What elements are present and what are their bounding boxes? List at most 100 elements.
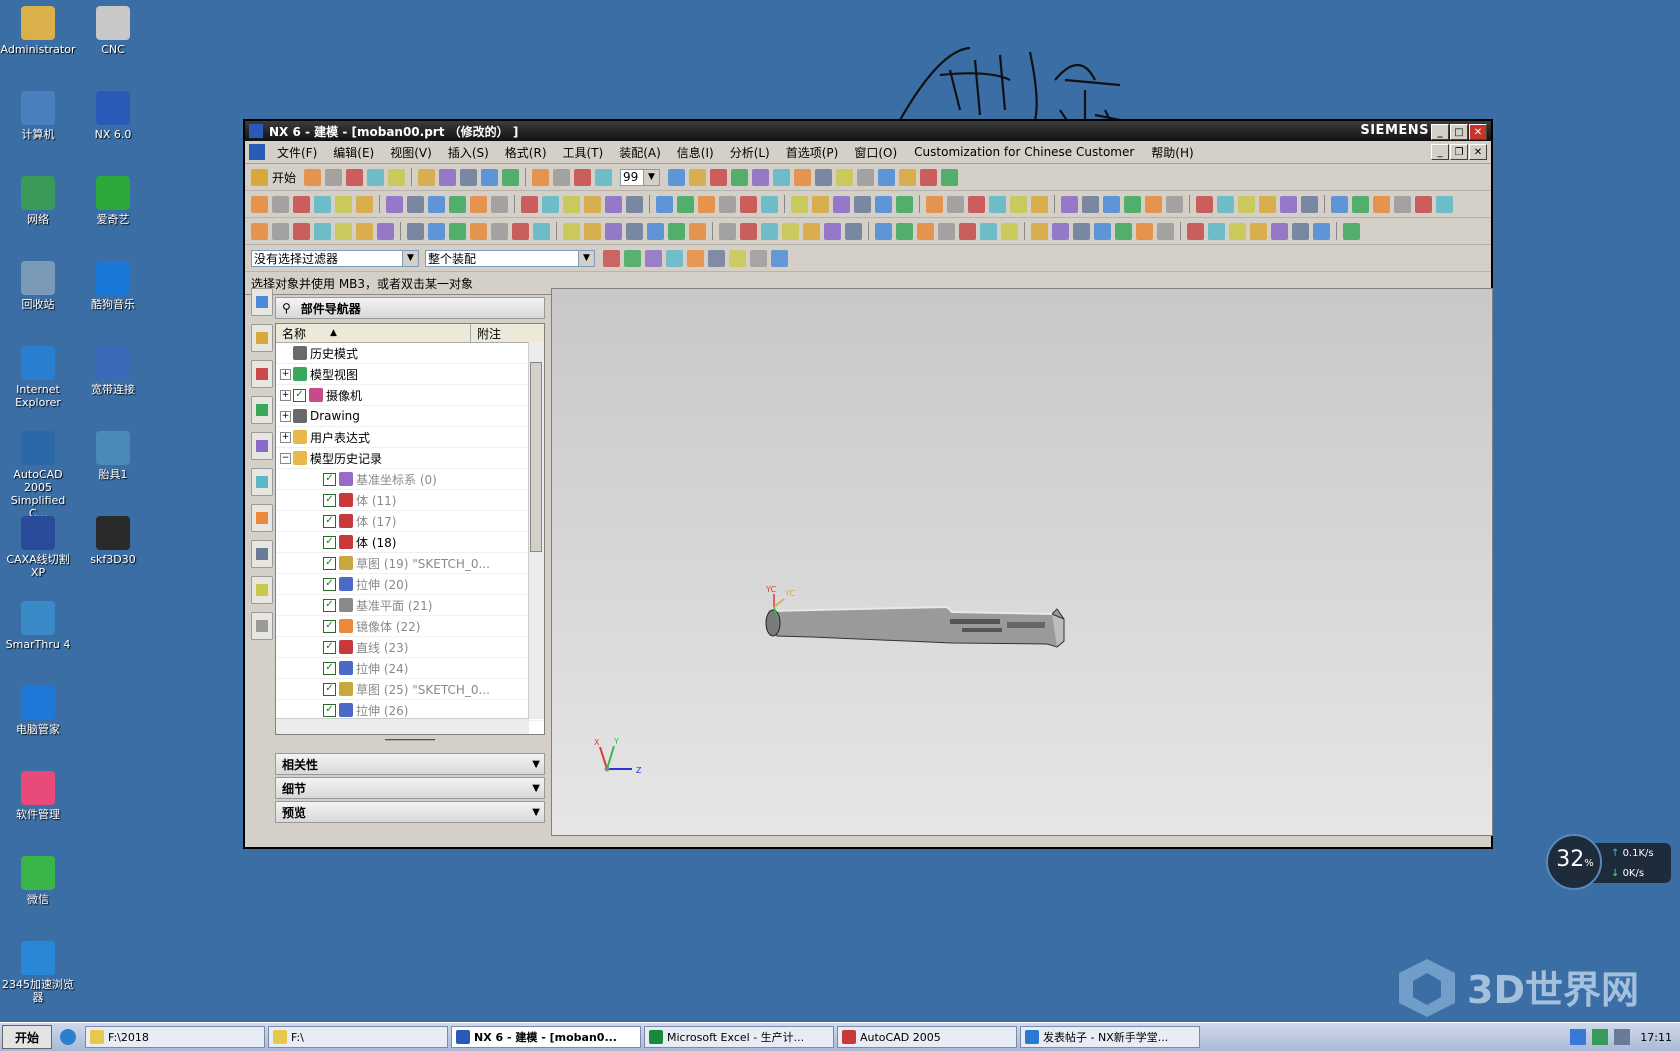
column-note[interactable]: 附注	[471, 324, 501, 342]
graphics-window[interactable]: YC YC X Y Z	[551, 288, 1493, 836]
curve-tool-icon[interactable]	[980, 222, 997, 240]
tree-row[interactable]: ✓ 体 (17)	[276, 511, 544, 532]
scroll-thumb[interactable]	[530, 362, 542, 552]
curve-tool-icon[interactable]	[896, 222, 913, 240]
menu-item[interactable]: 视图(V)	[382, 144, 440, 161]
tree-row[interactable]: ✓ 镜像体 (22)	[276, 616, 544, 637]
selection-tool-icon[interactable]	[708, 249, 725, 267]
tree-row[interactable]: ✓ 拉伸 (24)	[276, 658, 544, 679]
curve-tool-icon[interactable]	[1031, 222, 1048, 240]
resource-tab-icon[interactable]	[251, 468, 273, 496]
start-button-os[interactable]: 开始	[2, 1025, 52, 1049]
menu-item[interactable]: 首选项(P)	[778, 144, 847, 161]
close-button[interactable]: ✕	[1469, 124, 1487, 140]
checkbox[interactable]: ✓	[323, 619, 336, 633]
desktop-icon[interactable]: 微信	[0, 856, 76, 906]
desktop-icon[interactable]: 网络	[0, 176, 76, 226]
feature-tool-icon[interactable]	[1166, 195, 1183, 213]
standard-tool-icon[interactable]	[367, 168, 385, 186]
curve-tool-icon[interactable]	[314, 222, 331, 240]
desktop-icon[interactable]: NX 6.0	[75, 91, 151, 141]
feature-tool-icon[interactable]	[761, 195, 778, 213]
curve-tool-icon[interactable]	[1187, 222, 1204, 240]
standard-tool-icon[interactable]	[574, 168, 592, 186]
expand-icon[interactable]: +	[280, 389, 291, 401]
collapsible-panel[interactable]: 细节 ▼	[275, 777, 545, 799]
curve-tool-icon[interactable]	[1271, 222, 1288, 240]
title-bar[interactable]: NX 6 - 建模 - [moban00.prt （修改的） ] SIEMENS…	[245, 121, 1491, 141]
curve-tool-icon[interactable]	[959, 222, 976, 240]
feature-tool-icon[interactable]	[605, 195, 622, 213]
view-tool-icon[interactable]	[836, 168, 854, 186]
feature-tool-icon[interactable]	[356, 195, 373, 213]
view-tool-icon[interactable]	[941, 168, 959, 186]
selection-tool-icon[interactable]	[729, 249, 746, 267]
feature-tool-icon[interactable]	[854, 195, 871, 213]
desktop-icon[interactable]: 宽带连接	[75, 346, 151, 396]
curve-tool-icon[interactable]	[272, 222, 289, 240]
view-tool-icon[interactable]	[773, 168, 791, 186]
feature-tool-icon[interactable]	[563, 195, 580, 213]
ie-quicklaunch-icon[interactable]	[60, 1029, 76, 1045]
standard-tool-icon[interactable]	[553, 168, 571, 186]
feature-tool-icon[interactable]	[1373, 195, 1390, 213]
view-tool-icon[interactable]	[920, 168, 938, 186]
feature-tool-icon[interactable]	[833, 195, 850, 213]
curve-tool-icon[interactable]	[251, 222, 268, 240]
feature-tool-icon[interactable]	[1031, 195, 1048, 213]
view-tool-icon[interactable]	[710, 168, 728, 186]
start-icon[interactable]	[251, 168, 268, 186]
tree-row[interactable]: ✓ 直线 (23)	[276, 637, 544, 658]
feature-tool-icon[interactable]	[875, 195, 892, 213]
menu-item[interactable]: 帮助(H)	[1143, 144, 1201, 161]
feature-tool-icon[interactable]	[1301, 195, 1318, 213]
zoom-level-dropdown[interactable]: 99 ▼	[620, 168, 661, 186]
feature-tool-icon[interactable]	[449, 195, 466, 213]
feature-tool-icon[interactable]	[1352, 195, 1369, 213]
selection-tool-icon[interactable]	[771, 249, 788, 267]
standard-tool-icon[interactable]	[595, 168, 613, 186]
start-button[interactable]: 开始	[272, 169, 296, 186]
feature-tool-icon[interactable]	[251, 195, 268, 213]
resource-tab-icon[interactable]	[251, 396, 273, 424]
desktop-icon[interactable]: 软件管理	[0, 771, 76, 821]
checkbox[interactable]: ✓	[323, 514, 336, 528]
expand-icon[interactable]: +	[280, 368, 291, 380]
network-speed-widget[interactable]: 32% ↑ 0.1K/s ↓ 0K/s	[1545, 833, 1673, 891]
curve-tool-icon[interactable]	[449, 222, 466, 240]
feature-tool-icon[interactable]	[926, 195, 943, 213]
feature-tool-icon[interactable]	[491, 195, 508, 213]
feature-tool-icon[interactable]	[1082, 195, 1099, 213]
checkbox[interactable]: ✓	[293, 388, 306, 402]
curve-tool-icon[interactable]	[356, 222, 373, 240]
view-tool-icon[interactable]	[857, 168, 875, 186]
checkbox[interactable]: ✓	[323, 682, 336, 696]
curve-tool-icon[interactable]	[584, 222, 601, 240]
menu-item[interactable]: 格式(R)	[497, 144, 555, 161]
chevron-down-icon[interactable]: ▼	[532, 783, 540, 794]
feature-tool-icon[interactable]	[989, 195, 1006, 213]
curve-tool-icon[interactable]	[1136, 222, 1153, 240]
feature-tool-icon[interactable]	[1259, 195, 1276, 213]
selection-tool-icon[interactable]	[750, 249, 767, 267]
tree-row[interactable]: 历史模式	[276, 343, 544, 364]
tree-row[interactable]: + Drawing	[276, 406, 544, 427]
feature-tool-icon[interactable]	[947, 195, 964, 213]
feature-tool-icon[interactable]	[272, 195, 289, 213]
feature-tool-icon[interactable]	[656, 195, 673, 213]
curve-tool-icon[interactable]	[1250, 222, 1267, 240]
tree-row[interactable]: ✓ 拉伸 (20)	[276, 574, 544, 595]
feature-tool-icon[interactable]	[719, 195, 736, 213]
standard-tool-icon[interactable]	[439, 168, 457, 186]
feature-tool-icon[interactable]	[314, 195, 331, 213]
checkbox[interactable]: ✓	[323, 472, 336, 486]
tree-row[interactable]: + ✓ 摄像机	[276, 385, 544, 406]
column-name[interactable]: 名称 ▲	[276, 324, 471, 342]
menu-minimize-button[interactable]: _	[1431, 144, 1449, 160]
feature-tool-icon[interactable]	[677, 195, 694, 213]
feature-tool-icon[interactable]	[968, 195, 985, 213]
standard-tool-icon[interactable]	[388, 168, 406, 186]
desktop-icon[interactable]: Internet Explorer	[0, 346, 76, 409]
feature-tool-icon[interactable]	[896, 195, 913, 213]
horizontal-scrollbar[interactable]	[276, 718, 529, 734]
